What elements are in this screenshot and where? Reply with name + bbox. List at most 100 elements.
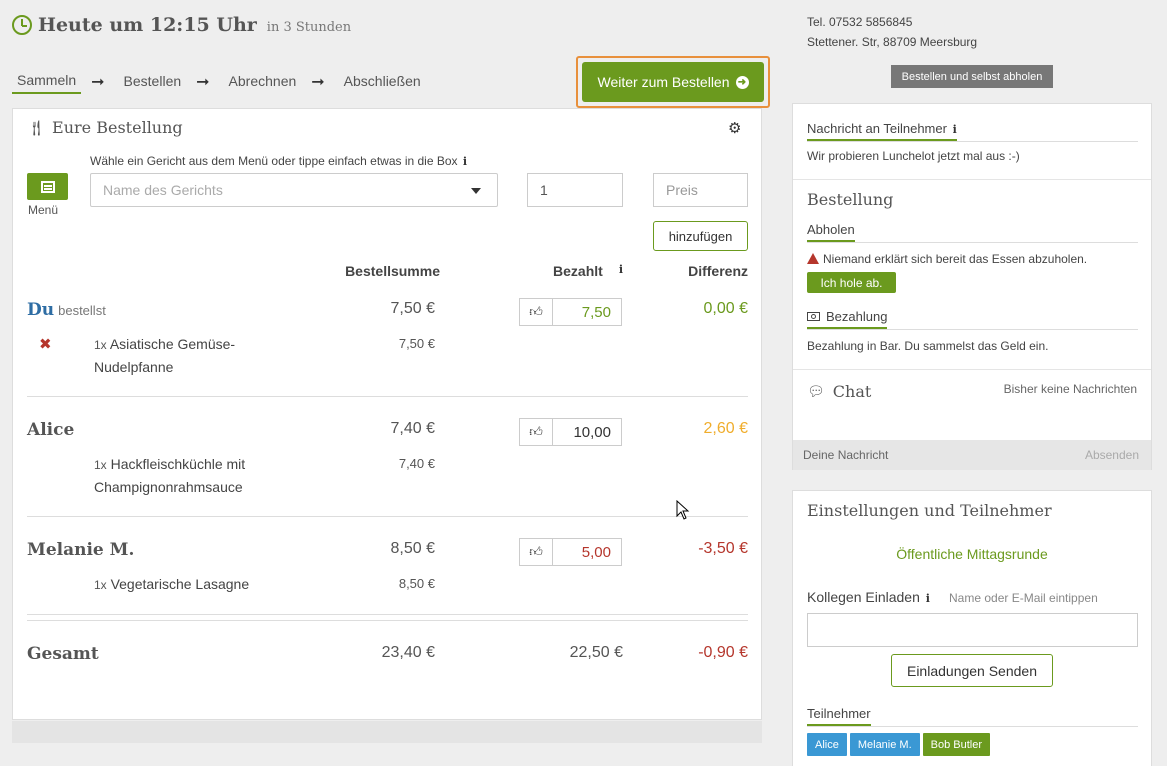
arrow-right-icon: ➞ <box>196 74 210 91</box>
clock-icon <box>12 15 32 35</box>
participant-name-text: Du <box>27 300 55 320</box>
chat-compose-bar: Deine Nachricht Absenden <box>793 440 1151 470</box>
gear-icon[interactable]: ⚙ <box>728 119 741 137</box>
chat-message-input[interactable]: Deine Nachricht <box>803 448 888 462</box>
item-name: Asiatische Gemüse- <box>109 336 236 352</box>
pickup-warning-text: Niemand erklärt sich bereit das Essen ab… <box>823 252 1088 266</box>
thumbs-up-icon[interactable]: 👍︎ <box>519 418 552 446</box>
paid-input[interactable] <box>552 418 622 446</box>
section-underline <box>807 242 1138 243</box>
restaurant-phone: Tel. 07532 5856845 <box>807 15 913 29</box>
pickup-warning: Niemand erklärt sich bereit das Essen ab… <box>807 252 1087 266</box>
send-invites-button[interactable]: Einladungen Senden <box>891 654 1053 687</box>
order-section-title: Bestellung <box>807 190 894 209</box>
dish-name-select[interactable]: Name des Gerichts <box>90 173 498 207</box>
volunteer-pickup-button[interactable]: Ich hole ab. <box>807 272 896 293</box>
visibility-link[interactable]: Öffentliche Mittagsrunde <box>793 546 1151 562</box>
payment-section: Bezahlung <box>807 309 1138 330</box>
section-underline <box>807 141 1138 142</box>
total-label: Gesamt <box>27 644 99 664</box>
chat-bubble-icon: 💬︎ <box>807 383 825 400</box>
thumbs-up-icon[interactable]: 👍︎ <box>519 298 552 326</box>
item-name: Hackfleischküchle mit <box>110 456 246 472</box>
page-title: Heute um 12:15 Uhr <box>38 14 257 36</box>
order-item: 1x Vegetarische Lasagne <box>94 573 294 596</box>
paid-input[interactable] <box>552 538 622 566</box>
message-section: Nachricht an Teilnehmer i <box>807 121 1138 142</box>
continue-button-highlight: Weiter zum Bestellen ➜ <box>576 56 770 108</box>
item-price: 8,50 € <box>398 576 435 591</box>
pickup-heading: Abholen <box>807 222 855 242</box>
total-sum: 23,40 € <box>381 644 435 661</box>
step-sammeln[interactable]: Sammeln <box>12 70 82 94</box>
paid-control: 👍︎ <box>519 418 622 446</box>
remove-item-icon[interactable]: ✖ <box>39 335 52 353</box>
item-price: 7,50 € <box>398 336 435 351</box>
money-icon <box>807 312 820 321</box>
row-divider <box>27 516 748 517</box>
quantity-input[interactable] <box>527 173 623 207</box>
row-divider <box>27 614 748 615</box>
add-dish-button[interactable]: hinzufügen <box>653 221 748 251</box>
column-paid: Bezahlt i <box>519 263 623 279</box>
paid-control: 👍︎ <box>519 298 622 326</box>
order-panel-footer <box>12 721 762 743</box>
order-item: 1x Asiatische Gemüse- Nudelpfanne <box>94 333 264 378</box>
participant-tag[interactable]: Melanie M. <box>849 733 920 756</box>
order-title-text: Eure Bestellung <box>52 118 183 137</box>
column-paid-label: Bezahlt <box>553 263 603 279</box>
event-time-header: Heute um 12:15 Uhr in 3 Stunden <box>12 11 351 39</box>
progress-steps: Sammeln ➞ Bestellen ➞ Abrechnen ➞ Abschl… <box>12 70 426 94</box>
menu-list-icon <box>40 180 55 193</box>
payment-text: Bezahlung in Bar. Du sammelst das Geld e… <box>807 339 1049 353</box>
item-qty: 1x <box>94 338 107 352</box>
row-divider <box>27 620 748 621</box>
participants-section: Teilnehmer <box>807 706 1138 727</box>
info-icon[interactable]: i <box>953 123 957 136</box>
order-title: 🍴︎ Eure Bestellung <box>27 118 183 137</box>
payment-heading: Bezahlung <box>807 309 888 329</box>
message-heading: Nachricht an Teilnehmer i <box>807 121 957 141</box>
message-heading-text: Nachricht an Teilnehmer <box>807 121 947 136</box>
cutlery-icon: 🍴︎ <box>27 118 47 137</box>
price-input[interactable] <box>653 173 748 207</box>
chat-send-button[interactable]: Absenden <box>1085 448 1139 462</box>
circle-arrow-right-icon: ➜ <box>735 75 749 89</box>
paid-input[interactable] <box>552 298 622 326</box>
step-abschliessen[interactable]: Abschließen <box>339 71 426 93</box>
participant-tag[interactable]: Alice <box>807 733 847 756</box>
dish-placeholder: Name des Gerichts <box>103 182 223 198</box>
step-abrechnen[interactable]: Abrechnen <box>224 71 302 93</box>
restaurant-address: Stettener. Str, 88709 Meersburg <box>807 35 978 49</box>
message-text: Wir probieren Lunchelot jetzt mal aus :-… <box>807 149 1020 163</box>
chat-title-text: Chat <box>832 382 872 401</box>
info-icon[interactable]: i <box>463 155 467 168</box>
menu-label: Menü <box>28 203 59 217</box>
caret-down-icon <box>471 188 481 194</box>
column-difference: Differenz <box>688 263 748 279</box>
relative-time: in 3 Stunden <box>266 19 352 35</box>
info-icon[interactable]: i <box>619 263 623 279</box>
payment-heading-text: Bezahlung <box>826 309 888 324</box>
step-bestellen[interactable]: Bestellen <box>119 71 187 93</box>
item-name: Vegetarische Lasagne <box>110 576 250 592</box>
total-difference: -0,90 € <box>698 644 748 661</box>
settings-panel: Einstellungen und Teilnehmer Öffentliche… <box>792 490 1152 766</box>
invite-input[interactable] <box>807 613 1138 647</box>
info-icon[interactable]: i <box>926 592 930 605</box>
participant-name: Alice <box>27 420 75 440</box>
pickup-section: Abholen <box>807 222 1138 243</box>
continue-to-order-button[interactable]: Weiter zum Bestellen ➜ <box>582 62 764 102</box>
invite-label-text: Kollegen Einladen <box>807 589 920 605</box>
section-underline <box>807 726 1138 727</box>
restaurant-contact: Tel. 07532 5856845 Stettener. Str, 88709… <box>807 12 977 52</box>
participant-difference: 0,00 € <box>703 300 748 317</box>
info-panel: Nachricht an Teilnehmer i Wir probieren … <box>792 103 1152 470</box>
participant-sum: 8,50 € <box>390 540 435 557</box>
participant-sum: 7,50 € <box>390 300 435 317</box>
continue-label: Weiter zum Bestellen <box>597 74 730 90</box>
thumbs-up-icon[interactable]: 👍︎ <box>519 538 552 566</box>
menu-button[interactable] <box>27 173 68 200</box>
participant-difference: 2,60 € <box>703 420 748 437</box>
participant-tag[interactable]: Bob Butler <box>922 733 991 756</box>
